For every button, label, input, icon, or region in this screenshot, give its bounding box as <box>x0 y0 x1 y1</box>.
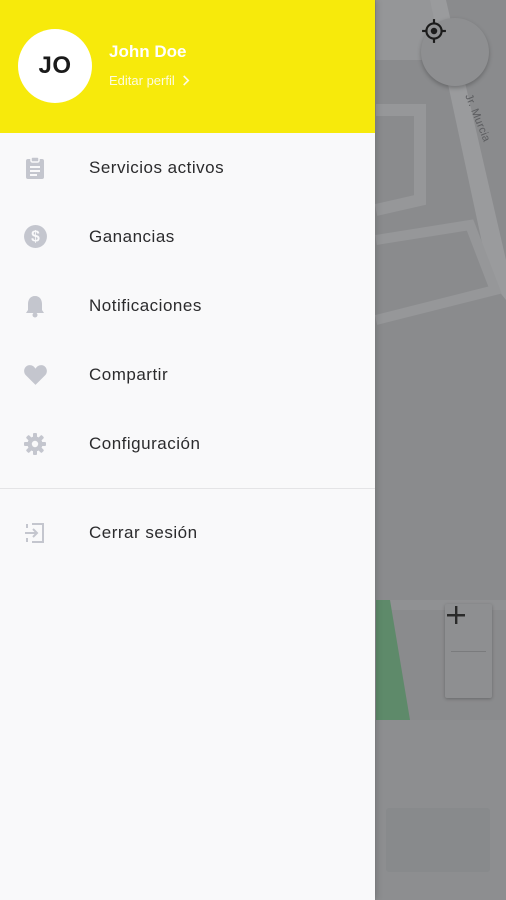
dollar-coin-icon: $ <box>22 224 48 250</box>
heart-icon <box>22 362 48 388</box>
my-location-button[interactable] <box>421 18 489 86</box>
avatar[interactable]: JO <box>18 29 92 103</box>
menu-item-label: Compartir <box>89 364 169 384</box>
minus-icon <box>447 614 465 617</box>
drawer-menu: Servicios activos $ Ganancias Notificaci… <box>0 133 375 478</box>
menu-divider <box>0 488 375 489</box>
menu-item-label: Ganancias <box>89 226 175 246</box>
logout-icon <box>22 520 48 546</box>
menu-item-label: Configuración <box>89 433 201 453</box>
logout-label: Cerrar sesión <box>89 522 198 542</box>
svg-text:$: $ <box>31 229 40 246</box>
menu-item-ganancias[interactable]: $ Ganancias <box>0 202 375 271</box>
menu-item-label: Notificaciones <box>89 295 202 315</box>
edit-profile-label: Editar perfil <box>109 73 175 88</box>
bottom-sheet-field <box>386 808 490 872</box>
menu-item-servicios-activos[interactable]: Servicios activos <box>0 133 375 202</box>
menu-item-compartir[interactable]: Compartir <box>0 340 375 409</box>
zoom-control <box>445 604 492 698</box>
zoom-out-button[interactable] <box>445 614 492 699</box>
edit-profile-link[interactable]: Editar perfil <box>109 73 190 88</box>
chevron-right-icon <box>182 75 190 86</box>
navigation-drawer: JO John Doe Editar perfil Servicios acti… <box>0 0 375 900</box>
bell-icon <box>22 293 48 319</box>
menu-item-notificaciones[interactable]: Notificaciones <box>0 271 375 340</box>
clipboard-icon <box>22 155 48 181</box>
logout-button[interactable]: Cerrar sesión <box>0 498 375 567</box>
bottom-sheet <box>376 720 506 900</box>
drawer-header: JO John Doe Editar perfil <box>0 0 375 133</box>
user-name: John Doe <box>109 42 187 61</box>
menu-item-configuracion[interactable]: Configuración <box>0 409 375 478</box>
gear-icon <box>22 431 48 457</box>
menu-item-label: Servicios activos <box>89 157 225 177</box>
